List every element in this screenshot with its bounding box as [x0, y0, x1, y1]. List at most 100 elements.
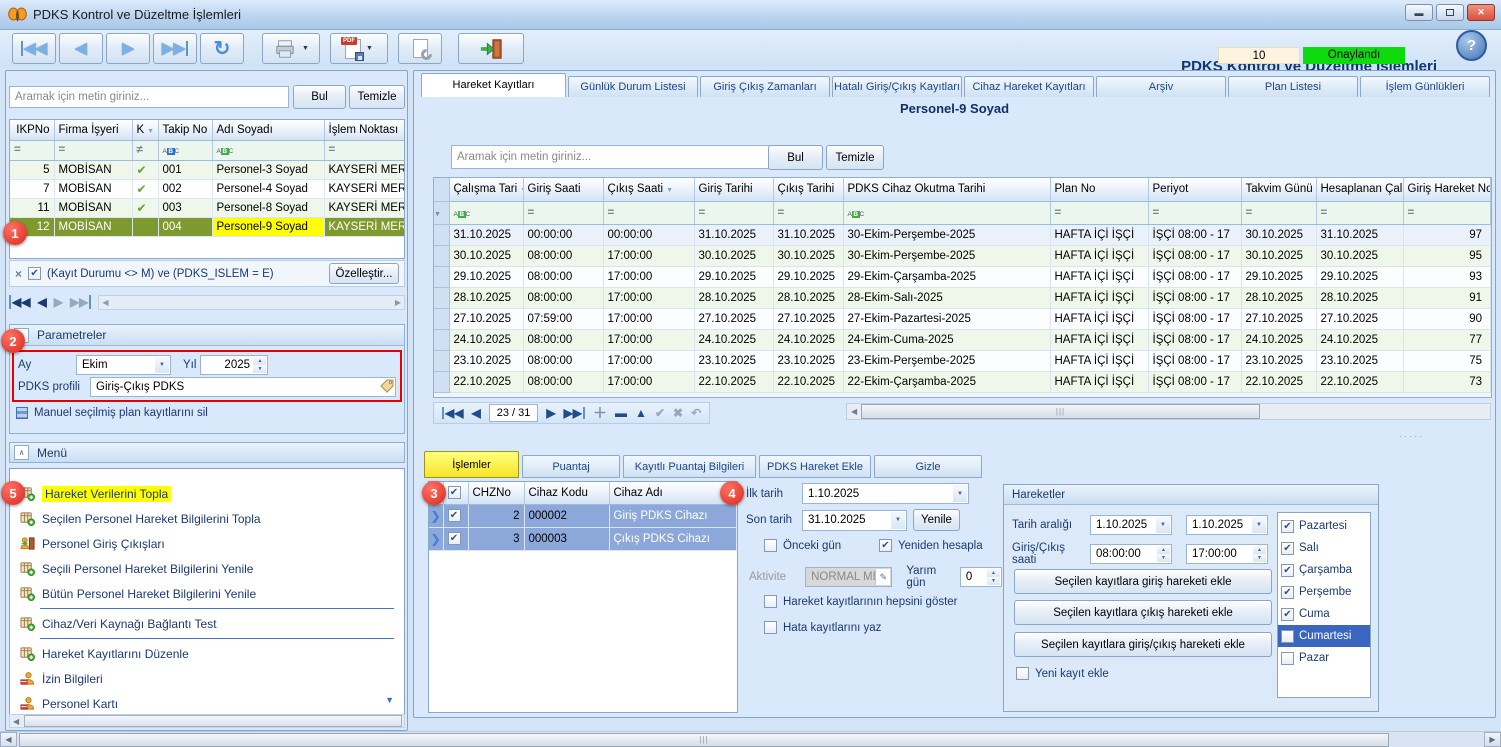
- pager-last-icon[interactable]: ▶▶: [70, 295, 91, 309]
- record-row[interactable]: 29.10.2025 08:00:00 17:00:00 29.10.2025 …: [434, 266, 1491, 287]
- column-header[interactable]: Plan No: [1050, 178, 1148, 201]
- menu-item-secili-personel-yenile[interactable]: Seçili Personel Hareket Bilgilerini Yeni…: [10, 556, 404, 581]
- records-search-input[interactable]: [451, 145, 775, 169]
- chevron-down-icon[interactable]: ▼: [155, 357, 169, 373]
- menu-item-personel-giris-cikislari[interactable]: Personel Giriş Çıkışları: [10, 531, 404, 556]
- cancel-edit-icon[interactable]: ✖: [673, 407, 683, 419]
- column-header[interactable]: Giriş Hareket No: [1403, 178, 1491, 201]
- first-date-combo[interactable]: 1.10.2025▼: [802, 483, 969, 504]
- grid-hscrollbar[interactable]: ◀|||: [846, 403, 1491, 420]
- last-record-button[interactable]: ▶▶: [153, 33, 197, 64]
- filter-cell[interactable]: =: [603, 201, 694, 224]
- filter-cell[interactable]: ABC: [212, 140, 324, 160]
- column-header[interactable]: Çıkış Tarihi: [773, 178, 843, 201]
- print-button[interactable]: ▼: [262, 33, 320, 64]
- collapse-icon[interactable]: ∧: [14, 445, 29, 460]
- column-header[interactable]: PDKS Cihaz Okutma Tarihi: [843, 178, 1050, 201]
- pager-first-icon[interactable]: ◀◀: [9, 295, 30, 309]
- main-tab[interactable]: Hareket Kayıtları: [421, 73, 566, 97]
- year-spinner[interactable]: 2025 ▲▼: [200, 355, 268, 375]
- filter-cell[interactable]: =: [324, 140, 405, 160]
- scroll-left-icon[interactable]: ◀: [0, 732, 17, 747]
- first-record-button[interactable]: ◀◀: [12, 33, 56, 64]
- add-entry-exit-movement-button[interactable]: Seçilen kayıtlara giriş/çıkış hareketi e…: [1014, 632, 1272, 657]
- day-checkbox[interactable]: [1281, 520, 1294, 533]
- column-header[interactable]: İşlem Noktası: [324, 120, 405, 140]
- minimize-button[interactable]: ▬: [1405, 4, 1433, 21]
- day-checkbox[interactable]: [1281, 608, 1294, 621]
- row-indicator[interactable]: [434, 287, 449, 308]
- refresh-grid-icon[interactable]: ↶: [691, 407, 701, 419]
- chevron-down-icon[interactable]: ▼: [891, 512, 905, 529]
- time-out-spinner[interactable]: 17:00:00 ▲▼: [1186, 544, 1268, 564]
- nav-first-icon[interactable]: ◀◀: [442, 407, 463, 419]
- bottom-tab[interactable]: Puantaj: [522, 455, 620, 478]
- window-titlebar[interactable]: PDKS Kontrol ve Düzeltme İşlemleri ▬ ✕: [0, 0, 1501, 30]
- restore-button[interactable]: [1436, 4, 1464, 21]
- column-header[interactable]: Cihaz Kodu: [524, 482, 609, 504]
- personnel-row-selected[interactable]: 12MOBİSAN ✔ 004Personel-9 SoyadKAYSERİ M…: [10, 217, 405, 236]
- day-item-cuma[interactable]: Cuma: [1278, 603, 1370, 625]
- filter-cell[interactable]: =: [54, 140, 132, 160]
- help-button[interactable]: ?: [1456, 30, 1487, 61]
- previous-day-checkbox[interactable]: [764, 539, 777, 552]
- main-tab[interactable]: Arşiv: [1096, 76, 1226, 97]
- row-indicator[interactable]: [434, 308, 449, 329]
- row-indicator[interactable]: [434, 371, 449, 392]
- spin-buttons-icon[interactable]: ▲▼: [253, 357, 266, 373]
- filter-cell[interactable]: =: [1050, 201, 1148, 224]
- exit-button[interactable]: [458, 33, 524, 64]
- menu-item-butun-personel-yenile[interactable]: Bütün Personel Hareket Bilgilerini Yenil…: [10, 581, 404, 606]
- chevron-down-icon[interactable]: ▼: [1156, 517, 1170, 533]
- filter-cell[interactable]: =: [694, 201, 773, 224]
- menu-item-hareket-verilerini-topla[interactable]: Hareket Verilerini Topla: [10, 481, 404, 506]
- filter-cell[interactable]: =: [1241, 201, 1316, 224]
- manual-delete-option[interactable]: Manuel seçilmiş plan kayıtlarını sil: [16, 407, 208, 419]
- pager-next-icon[interactable]: ▶: [54, 295, 63, 309]
- day-item-carsamba[interactable]: Çarşamba: [1278, 559, 1370, 581]
- device-row[interactable]: ❯ 2 000002 Giriş PDKS Cihazı: [429, 504, 737, 527]
- date-from-combo[interactable]: 1.10.2025▼: [1090, 515, 1172, 535]
- tag-icon[interactable]: [380, 379, 394, 393]
- filter-cell[interactable]: =: [1148, 201, 1241, 224]
- customize-filter-button[interactable]: Özelleştir...: [329, 263, 399, 284]
- day-item-persembe[interactable]: Perşembe: [1278, 581, 1370, 603]
- main-tab[interactable]: Plan Listesi: [1228, 76, 1358, 97]
- main-tab[interactable]: Hatalı Giriş/Çıkış Kayıtları: [832, 76, 962, 97]
- column-header[interactable]: Çalışma Tari▼: [449, 178, 523, 201]
- filter-cell[interactable]: ABC: [843, 201, 1050, 224]
- row-indicator[interactable]: [434, 350, 449, 371]
- day-item-cumartesi-selected[interactable]: Cumartesi: [1278, 625, 1370, 647]
- select-all-checkbox[interactable]: [448, 486, 461, 499]
- edit-pencil-icon[interactable]: ✎: [875, 569, 890, 585]
- records-find-button[interactable]: Bul: [768, 145, 823, 170]
- device-checkbox[interactable]: [448, 532, 461, 545]
- chevron-down-icon[interactable]: ▼: [953, 485, 967, 502]
- export-pdf-button[interactable]: PDF ▼: [330, 33, 388, 64]
- pdks-profile-field[interactable]: Giriş-Çıkış PDKS: [90, 377, 396, 397]
- filter-cell[interactable]: ≠: [132, 140, 158, 160]
- filter-icon[interactable]: ▼: [147, 128, 154, 135]
- parameters-header[interactable]: ∧ Parametreler: [10, 325, 404, 346]
- menu-item-personel-karti[interactable]: Personel Kartı: [10, 691, 404, 716]
- row-indicator[interactable]: [434, 224, 449, 245]
- write-errors-checkbox[interactable]: [764, 621, 777, 634]
- filter-cell[interactable]: =: [773, 201, 843, 224]
- spin-buttons-icon[interactable]: ▲▼: [1253, 546, 1266, 562]
- bottom-tab[interactable]: Kayıtlı Puantaj Bilgileri: [623, 455, 756, 478]
- row-indicator[interactable]: [434, 329, 449, 350]
- delete-row-icon[interactable]: ▬: [615, 407, 627, 419]
- print-dropdown-icon[interactable]: ▼: [302, 45, 309, 52]
- filter-cell[interactable]: =: [523, 201, 603, 224]
- row-indicator[interactable]: [434, 266, 449, 287]
- pager-prev-icon[interactable]: ◀: [37, 295, 46, 309]
- column-header[interactable]: Cihaz Adı: [609, 482, 737, 504]
- refresh-dates-button[interactable]: Yenile: [913, 509, 960, 531]
- day-checkbox[interactable]: [1281, 564, 1294, 577]
- day-checkbox[interactable]: [1281, 630, 1294, 643]
- record-row[interactable]: 31.10.2025 00:00:00 00:00:00 31.10.2025 …: [434, 224, 1491, 245]
- show-all-checkbox[interactable]: [764, 595, 777, 608]
- add-entry-movement-button[interactable]: Seçilen kayıtlara giriş hareketi ekle: [1014, 569, 1272, 594]
- main-tab[interactable]: Giriş Çıkış Zamanları: [700, 76, 830, 97]
- filter-active-checkbox[interactable]: [28, 267, 41, 280]
